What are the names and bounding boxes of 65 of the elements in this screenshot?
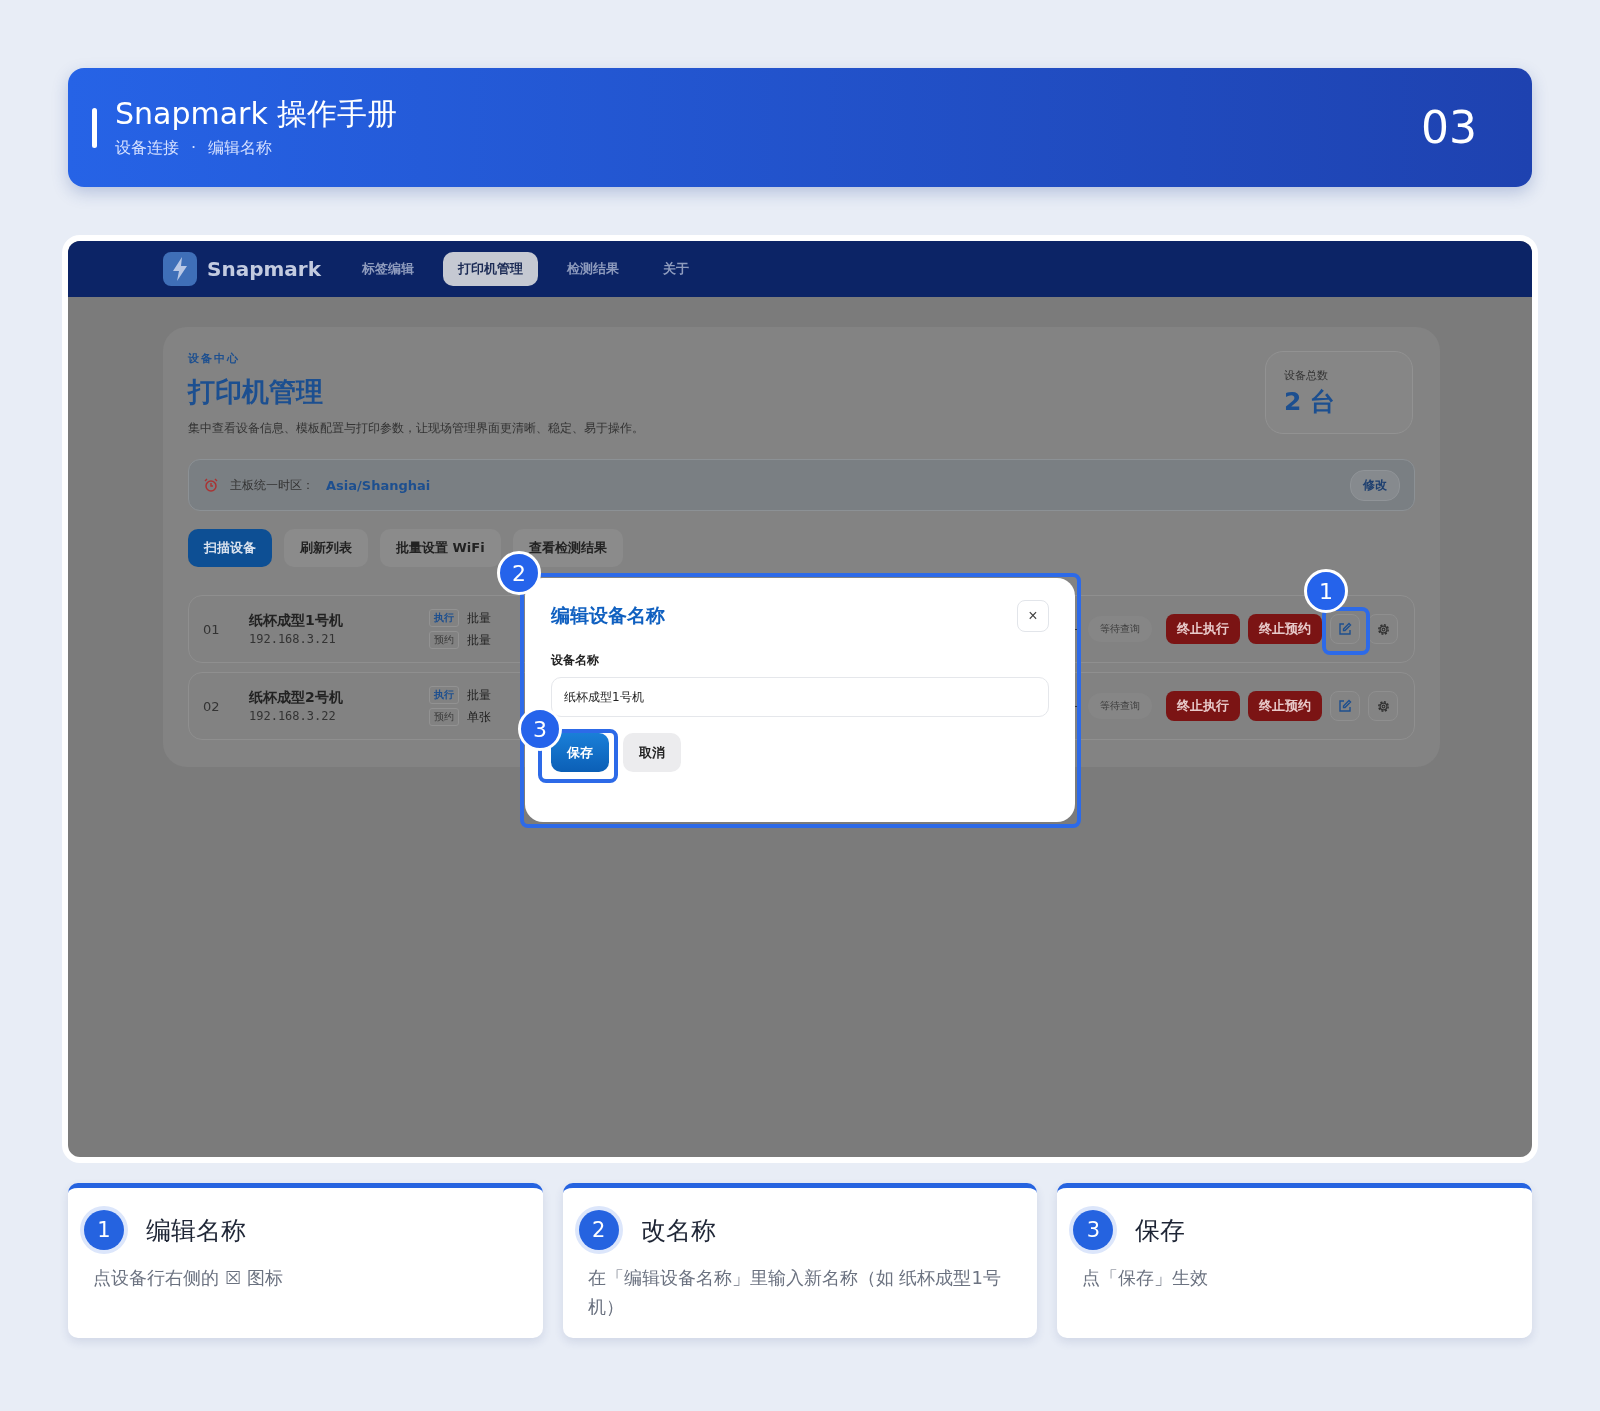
step-description: 点设备行右侧的 ☒ 图标 — [92, 1266, 284, 1290]
timezone-value: Asia/Shanghai — [326, 477, 431, 493]
nav-tab[interactable]: 标签编辑 — [346, 252, 429, 286]
lightning-logo-icon — [163, 252, 197, 286]
breadcrumb-separator: · — [191, 138, 197, 159]
mode-tag: 执行 — [429, 609, 459, 627]
edit-button[interactable] — [1330, 691, 1360, 721]
step-title: 编辑名称 — [146, 1214, 246, 1247]
dialog-title: 编辑设备名称 — [551, 603, 665, 628]
step-number-badge: 1 — [84, 1210, 124, 1250]
stat-value: 2 台 — [1284, 386, 1337, 418]
section-eyebrow: 设备中心 — [188, 351, 241, 366]
mode-tag: 预约 — [429, 631, 459, 649]
settings-icon — [1375, 621, 1391, 637]
page-number: 03 — [1421, 102, 1477, 153]
stat-label: 设备总数 — [1284, 368, 1329, 383]
mode-tag: 执行 — [429, 686, 459, 704]
step-title: 保存 — [1135, 1214, 1186, 1247]
stop-button[interactable]: 终止执行 — [1166, 614, 1240, 644]
step-description: 在「编辑设备名称」里输入新名称（如 纸杯成型1号机） — [586, 1266, 1002, 1319]
edit-button[interactable] — [1330, 614, 1360, 644]
step-number-badge: 2 — [578, 1210, 619, 1250]
settings-button[interactable] — [1368, 691, 1398, 721]
nav-tab[interactable]: 检测结果 — [551, 252, 634, 286]
mode-value: 单张 — [467, 708, 491, 726]
stop-button[interactable]: 终止预约 — [1248, 691, 1322, 721]
mode-value: 批量 — [467, 609, 491, 627]
brand-name: Snapmark — [207, 257, 321, 281]
toolbar-button[interactable]: 刷新列表 — [284, 529, 368, 567]
mode-tag: 预约 — [429, 708, 459, 726]
breadcrumb-item: 编辑名称 — [208, 138, 273, 159]
mode-value: 批量 — [467, 631, 491, 649]
close-button[interactable]: × — [1017, 600, 1049, 632]
alarm-clock-icon — [204, 478, 218, 492]
toolbar-button[interactable]: 扫描设备 — [188, 529, 272, 567]
cancel-button[interactable]: 取消 — [623, 733, 681, 772]
nav-tab[interactable]: 关于 — [647, 252, 704, 286]
device-name-field[interactable]: 纸杯成型1号机 — [551, 677, 1049, 717]
timezone-label: 主板统一时区： — [230, 476, 314, 494]
step-title: 改名称 — [640, 1214, 716, 1247]
row-number: 02 — [203, 698, 221, 714]
page-title: 打印机管理 — [188, 375, 324, 409]
stop-button[interactable]: 终止预约 — [1248, 614, 1322, 644]
step-number-badge: 3 — [1073, 1210, 1114, 1250]
device-name: 纸杯成型1号机 — [249, 612, 344, 630]
row-number: 01 — [203, 621, 221, 637]
edit-icon — [1338, 622, 1352, 636]
toolbar-button[interactable]: 批量设置 WiFi — [380, 529, 501, 567]
page-description: 集中查看设备信息、模板配置与打印参数，让现场管理界面更清晰、稳定、易于操作。 — [188, 420, 644, 437]
save-button[interactable]: 保存 — [551, 733, 609, 772]
device-ip: 192.168.3.22 — [249, 709, 337, 723]
step-description: 点「保存」生效 — [1081, 1266, 1210, 1290]
manual-title: Snapmark 操作手册 — [115, 96, 398, 132]
status-pill: 等待查询 — [1088, 616, 1152, 642]
device-name: 纸杯成型2号机 — [249, 689, 344, 707]
settings-icon — [1375, 698, 1391, 714]
breadcrumb-item: 设备连接 — [115, 138, 179, 159]
settings-button[interactable] — [1368, 614, 1398, 644]
field-label: 设备名称 — [551, 652, 600, 669]
edit-icon — [1338, 699, 1352, 713]
status-pill: 等待查询 — [1088, 693, 1152, 719]
stop-button[interactable]: 终止执行 — [1166, 691, 1240, 721]
mode-value: 批量 — [467, 686, 491, 704]
nav-tab[interactable]: 打印机管理 — [442, 252, 538, 286]
device-ip: 192.168.3.21 — [249, 632, 337, 646]
